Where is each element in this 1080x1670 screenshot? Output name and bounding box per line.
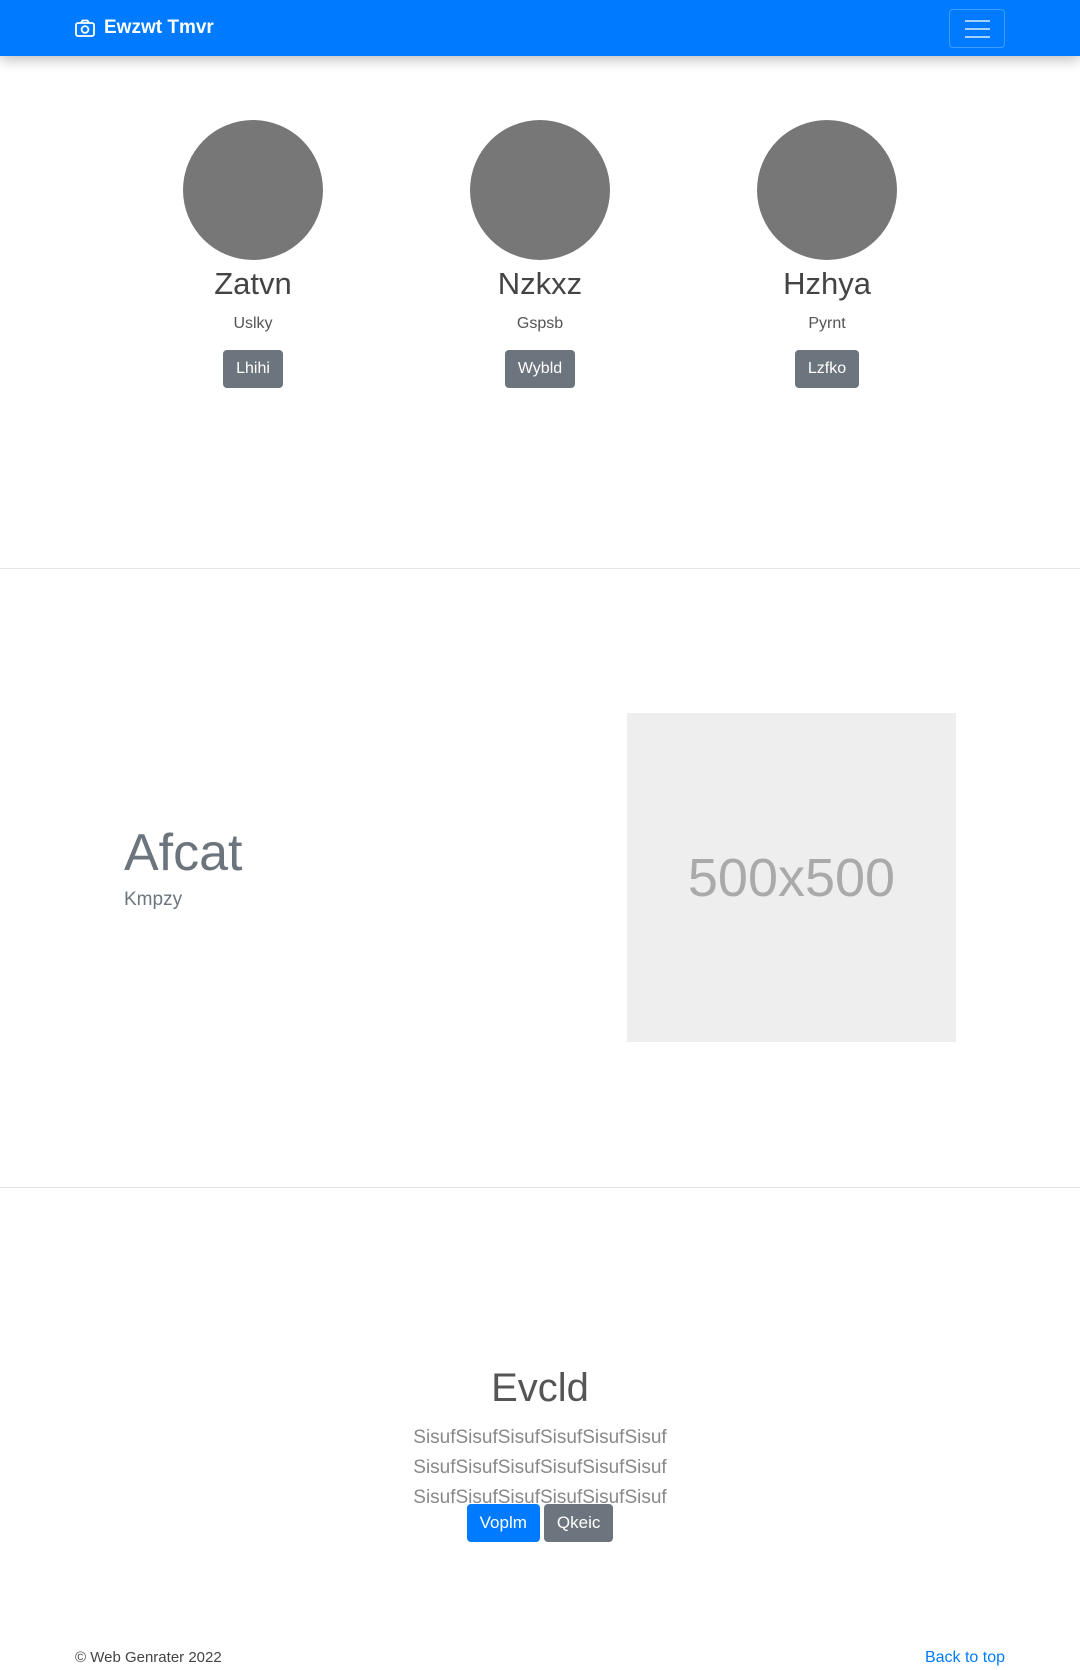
cta-heading: Evcld	[491, 1366, 589, 1410]
back-to-top-link[interactable]: Back to top	[925, 1649, 1005, 1667]
hamburger-menu-icon	[964, 35, 990, 38]
profile-role: Pyrnt	[808, 315, 846, 332]
avatar	[183, 120, 323, 260]
hamburger-menu-icon	[964, 19, 990, 22]
profile-card: Hzhya Pyrnt Lzfko	[707, 120, 947, 388]
secondary-button[interactable]: Qkeic	[543, 1504, 614, 1542]
profile-button[interactable]: Wybld	[504, 350, 576, 388]
profile-name: Nzkxz	[497, 266, 583, 301]
hamburger-menu-icon	[964, 27, 990, 30]
primary-button[interactable]: Voplm	[466, 1504, 540, 1542]
profile-card: Zatvn Uslky Lhihi	[133, 120, 373, 388]
profile-card: Nzkxz Gspsb Wybld	[420, 120, 660, 388]
cta-text: SisufSisufSisufSisufSisufSisuf SisufSisu…	[413, 1427, 667, 1508]
profile-name: Zatvn	[214, 266, 292, 301]
profile-button[interactable]: Lhihi	[223, 350, 283, 388]
avatar	[757, 120, 897, 260]
camera-icon	[75, 19, 95, 37]
profile-role: Uslky	[233, 315, 273, 332]
navbar: Ewzwt Tmvr	[0, 0, 1080, 56]
section-divider	[0, 1187, 1080, 1188]
profile-button[interactable]: Lzfko	[794, 350, 860, 388]
avatar	[470, 120, 610, 260]
brand-name: Ewzwt Tmvr	[104, 17, 214, 38]
profile-role: Gspsb	[516, 315, 564, 332]
section-divider	[0, 568, 1080, 569]
placeholder-image-label: 500x500	[687, 847, 896, 908]
feature-heading: Afcat	[124, 824, 243, 882]
footer-copyright: © Web Genrater 2022	[75, 1649, 222, 1666]
feature-subheading: Kmpzy	[124, 889, 183, 910]
profile-name: Hzhya	[783, 266, 871, 301]
cta-button-group: Voplm Qkeic	[0, 1504, 1080, 1542]
brand-link[interactable]: Ewzwt Tmvr	[75, 16, 214, 40]
navbar-toggler-button[interactable]	[949, 9, 1005, 48]
placeholder-image: 500x500	[627, 713, 956, 1042]
